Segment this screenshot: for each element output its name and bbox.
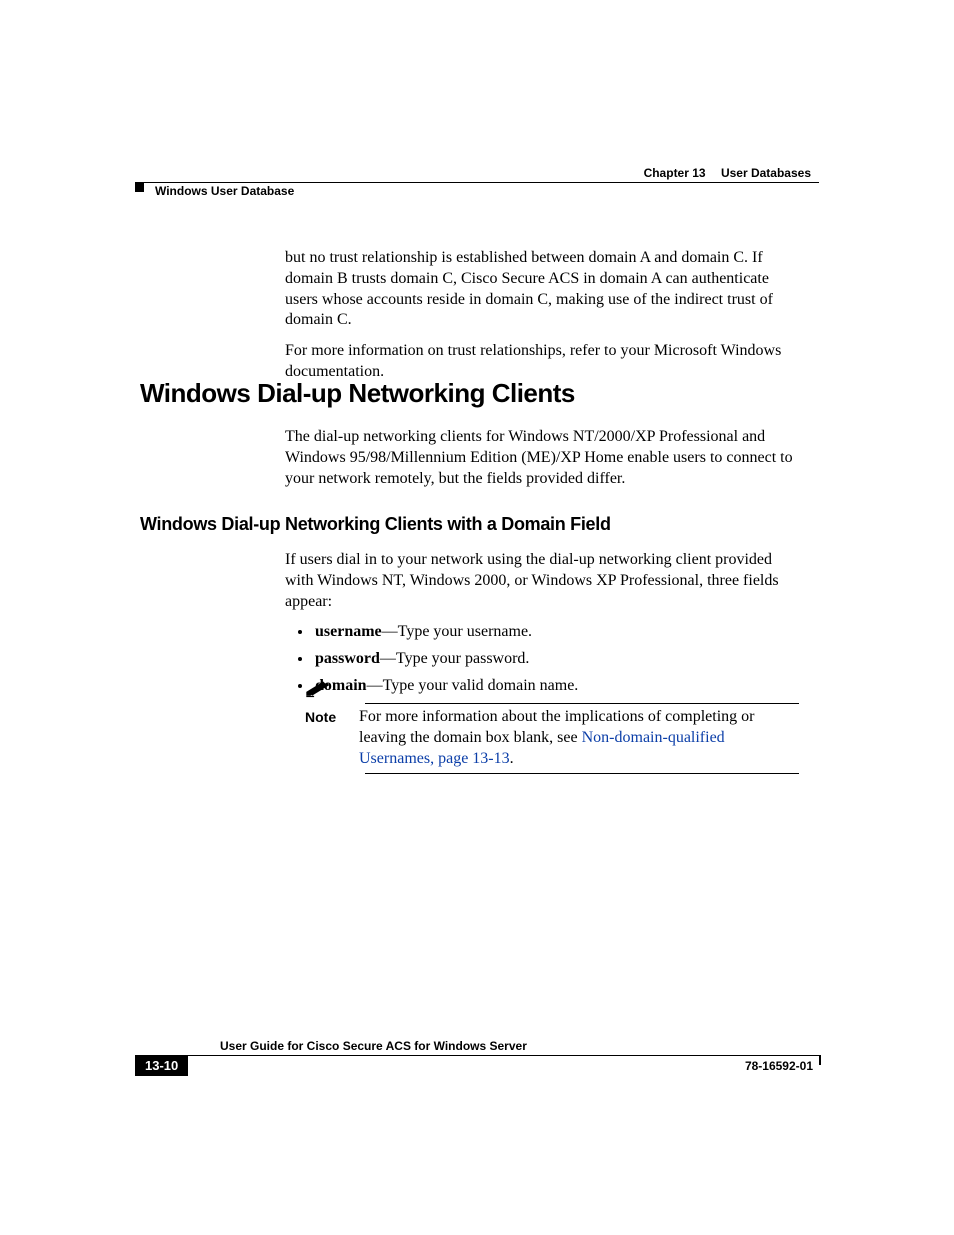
document-id: 78-16592-01	[745, 1059, 819, 1073]
chapter-number: Chapter 13	[644, 166, 706, 180]
note-block: Note For more information about the impl…	[305, 678, 799, 774]
chapter-line: Chapter 13 User Databases	[135, 166, 819, 180]
list-item: password—Type your password.	[313, 649, 799, 670]
header-square-icon	[135, 183, 144, 192]
note-rule-top	[365, 703, 799, 704]
footer-tick-icon	[819, 1055, 821, 1065]
heading-1: Windows Dial-up Networking Clients	[140, 378, 575, 409]
section-1: The dial-up networking clients for Windo…	[285, 427, 799, 489]
pencil-icon	[305, 678, 331, 698]
intro-paragraph-2: For more information on trust relationsh…	[285, 341, 799, 383]
list-item: username—Type your username.	[313, 622, 799, 643]
chapter-title: User Databases	[721, 166, 811, 180]
note-row: Note For more information about the impl…	[305, 707, 799, 769]
list-desc: —Type your username.	[382, 623, 532, 640]
page-number: 13-10	[135, 1055, 188, 1076]
footer-row: 13-10 78-16592-01	[135, 1055, 819, 1076]
heading-2: Windows Dial-up Networking Clients with …	[140, 514, 611, 535]
list-term: username	[315, 623, 382, 640]
intro-block: but no trust relationship is established…	[285, 248, 799, 393]
note-text-after: .	[510, 750, 514, 767]
page: Chapter 13 User Databases Windows User D…	[0, 0, 954, 1235]
list-desc: —Type your password.	[380, 650, 530, 667]
intro-paragraph-1: but no trust relationship is established…	[285, 248, 799, 331]
list-term: password	[315, 650, 380, 667]
section-1-paragraph: The dial-up networking clients for Windo…	[285, 427, 799, 489]
header-rule	[135, 182, 819, 183]
running-header: Chapter 13 User Databases	[135, 166, 819, 183]
note-text: For more information about the implicati…	[359, 707, 799, 769]
footer-guide-title: User Guide for Cisco Secure ACS for Wind…	[220, 1039, 819, 1053]
section-2-paragraph: If users dial in to your network using t…	[285, 550, 799, 612]
note-label: Note	[305, 707, 345, 725]
header-section-title: Windows User Database	[155, 184, 294, 198]
footer: User Guide for Cisco Secure ACS for Wind…	[135, 1039, 819, 1076]
note-rule-bottom	[365, 773, 799, 774]
